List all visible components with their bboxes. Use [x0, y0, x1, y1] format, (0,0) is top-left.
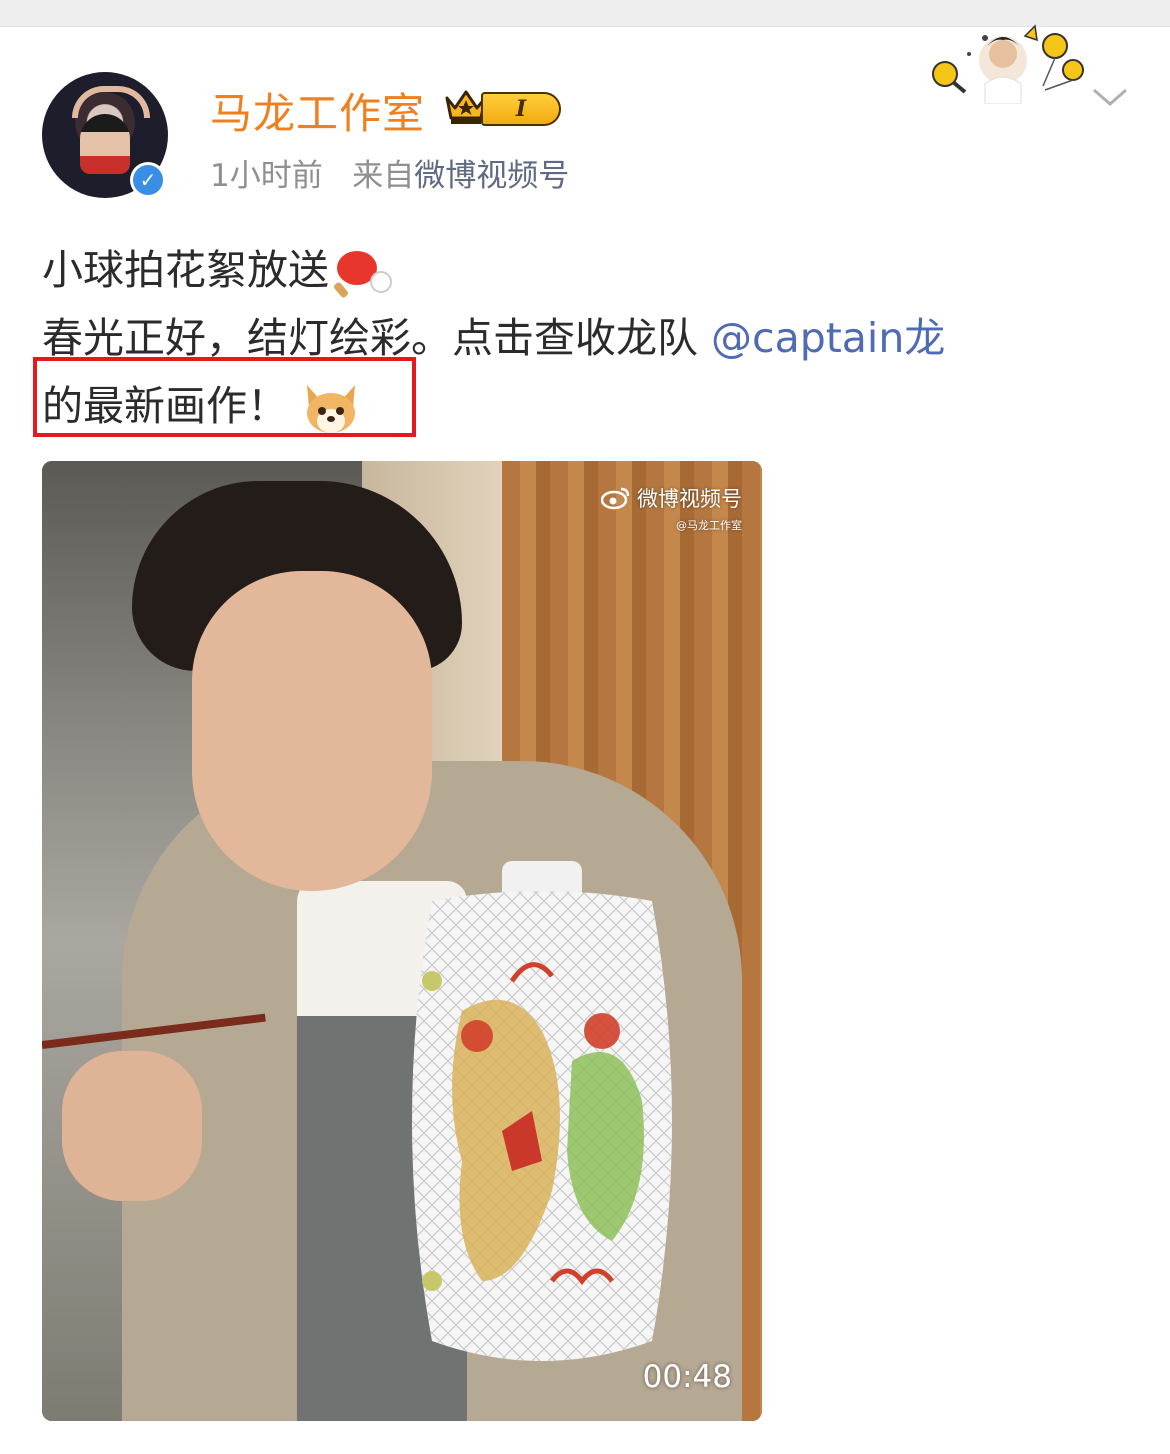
top-bar: [0, 0, 1170, 27]
watermark-title: 微博视频号: [637, 487, 742, 511]
video-watermark: 微博视频号 @马龙工作室: [601, 483, 742, 533]
post-text-line-1-text: 小球拍花絮放送: [42, 246, 329, 294]
post-source-link[interactable]: 微博视频号: [414, 158, 569, 194]
video-hand: [62, 1051, 202, 1201]
author-name[interactable]: 马龙工作室: [210, 80, 425, 141]
verified-badge: ✓: [130, 162, 166, 198]
highlight-box: [33, 357, 416, 437]
ping-pong-paddle-icon: [334, 251, 392, 298]
video-face: [192, 571, 432, 891]
post-text-line-1: 小球拍花絮放送: [42, 236, 1132, 304]
member-badge[interactable]: I: [443, 84, 561, 128]
avatar-heart-gesture: [72, 86, 150, 118]
video-duration: 00:48: [642, 1359, 732, 1395]
post-meta: 1小时前 来自微博视频号: [210, 150, 569, 195]
weibo-logo-icon: [601, 487, 630, 510]
watermark-sub: @马龙工作室: [676, 519, 742, 532]
mention-link[interactable]: @captain龙: [711, 314, 945, 362]
member-level-label: I: [481, 92, 561, 126]
video-lantern: [412, 861, 672, 1361]
video-player[interactable]: 微博视频号 @马龙工作室 00:48: [42, 461, 762, 1421]
ping-pong-paddle-icon: [932, 61, 967, 94]
card-decoration: [932, 24, 1084, 104]
source-prefix: 来自: [352, 158, 415, 194]
chevron-down-icon[interactable]: [1090, 82, 1130, 112]
post-text-line-2-text: 春光正好，结灯绘彩。点击查收龙队: [42, 314, 712, 362]
avatar-figure: [80, 114, 130, 174]
post-time: 1小时前: [210, 158, 323, 194]
verified-check-icon: ✓: [133, 165, 163, 195]
